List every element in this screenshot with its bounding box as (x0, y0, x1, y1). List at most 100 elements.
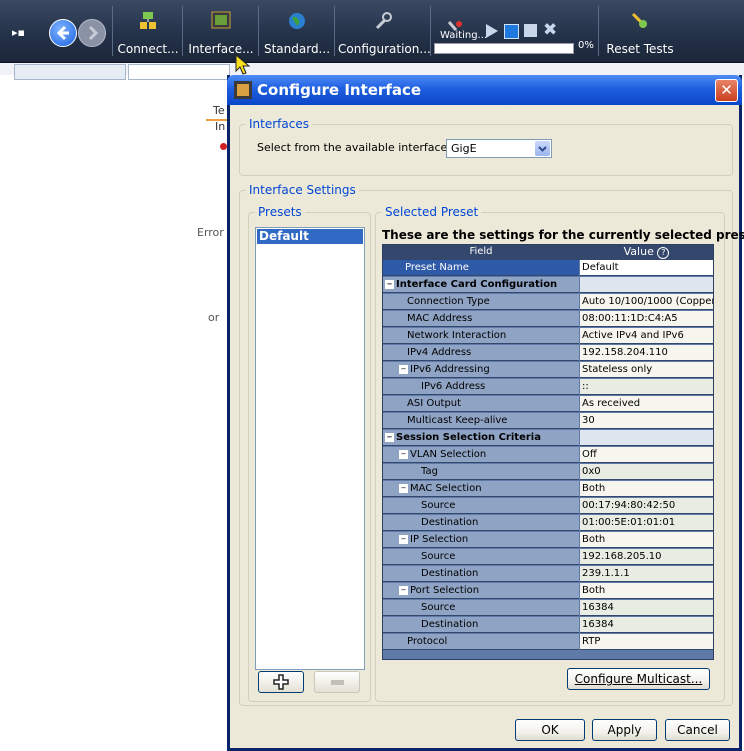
value-cell[interactable]: Off (580, 447, 713, 463)
table-row[interactable]: Protocol RTP (383, 634, 713, 651)
value-cell[interactable]: 16384 (580, 600, 713, 616)
table-row[interactable]: Source 00:17:94:80:42:50 (383, 498, 713, 515)
pause-icon[interactable] (524, 24, 537, 37)
value-cell[interactable]: 239.1.1.1 (580, 566, 713, 582)
collapse-icon[interactable]: − (399, 364, 408, 374)
collapse-icon[interactable]: − (399, 483, 408, 493)
play-icon[interactable] (486, 24, 498, 38)
remove-preset-button[interactable] (314, 671, 360, 693)
table-row[interactable]: Multicast Keep-alive 30 (383, 413, 713, 430)
standard-button[interactable]: Standard... (262, 4, 332, 58)
error-dot-icon (220, 143, 227, 150)
value-cell[interactable]: 0x0 (580, 464, 713, 480)
field-cell: − Interface Card Configuration (383, 277, 579, 293)
value-cell[interactable]: RTP (580, 634, 713, 650)
configuration-button[interactable]: Configuration... (338, 4, 431, 58)
dialog-title-bar: Configure Interface ✕ (227, 75, 742, 105)
table-row[interactable]: Source 192.168.205.10 (383, 549, 713, 566)
table-row[interactable]: Network Interaction Active IPv4 and IPv6 (383, 328, 713, 345)
table-row[interactable]: Destination 01:00:5E:01:01:01 (383, 515, 713, 532)
toolbar-separator (112, 6, 113, 56)
table-row[interactable]: Destination 16384 (383, 617, 713, 634)
preset-item-default[interactable]: Default (257, 229, 363, 244)
clear-icon[interactable]: ✖ (543, 20, 557, 40)
reset-tests-button[interactable]: Reset Tests (604, 4, 676, 58)
table-row[interactable]: − MAC Selection Both (383, 481, 713, 498)
collapse-icon[interactable]: − (385, 279, 394, 289)
add-preset-button[interactable] (258, 671, 304, 693)
value-cell[interactable]: 192.168.205.10 (580, 549, 713, 565)
field-cell: Destination (383, 566, 579, 582)
table-row[interactable]: − VLAN Selection Off (383, 447, 713, 464)
chevron-down-icon[interactable] (535, 141, 550, 156)
value-cell[interactable]: Both (580, 481, 713, 497)
value-cell[interactable]: :: (580, 379, 713, 395)
field-cell: Source (383, 549, 579, 565)
value-cell[interactable]: Stateless only (580, 362, 713, 378)
table-row[interactable]: ASI Output As received (383, 396, 713, 413)
collapse-icon[interactable]: − (399, 534, 408, 544)
value-cell[interactable]: 30 (580, 413, 713, 429)
table-row[interactable]: MAC Address 08:00:11:1D:C4:A5 (383, 311, 713, 328)
forward-button[interactable] (78, 19, 106, 47)
configure-multicast-button[interactable]: Configure Multicast... (567, 668, 710, 690)
table-row[interactable]: Connection Type Auto 10/100/1000 (Copper) (383, 294, 713, 311)
table-row[interactable]: Source 16384 (383, 600, 713, 617)
value-cell[interactable]: 01:00:5E:01:01:01 (580, 515, 713, 531)
table-row[interactable]: Preset Name Default (383, 260, 713, 277)
field-label: Destination (421, 619, 479, 630)
close-button[interactable]: ✕ (715, 79, 738, 102)
value-cell[interactable]: 00:17:94:80:42:50 (580, 498, 713, 514)
collapse-icon[interactable]: − (385, 432, 394, 442)
field-label: Source (421, 500, 456, 511)
interface-button[interactable]: Interface... (186, 4, 256, 58)
select-interface-label: Select from the available interfaces (257, 141, 454, 154)
value-cell[interactable] (580, 277, 713, 293)
table-row[interactable]: − Session Selection Criteria (383, 430, 713, 447)
field-label: ASI Output (407, 398, 462, 409)
table-row[interactable]: − IPv6 Addressing Stateless only (383, 362, 713, 379)
field-cell: Destination (383, 515, 579, 531)
stop-icon[interactable] (504, 24, 519, 39)
globe-icon (289, 13, 305, 29)
field-label: IPv6 Address (421, 381, 486, 392)
field-label: Preset Name (405, 262, 469, 273)
table-row[interactable]: − Interface Card Configuration (383, 277, 713, 294)
value-cell[interactable]: Both (580, 532, 713, 548)
back-button[interactable] (49, 19, 77, 47)
value-cell[interactable]: 192.158.204.110 (580, 345, 713, 361)
apply-button[interactable]: Apply (592, 719, 657, 741)
cancel-button[interactable]: Cancel (665, 719, 730, 741)
value-cell[interactable]: Both (580, 583, 713, 599)
field-cell: Protocol (383, 634, 579, 650)
field-cell: Tag (383, 464, 579, 480)
main-toolbar: ▸▪ Connect... Interface... Standard... C… (0, 0, 744, 63)
table-row[interactable]: − IP Selection Both (383, 532, 713, 549)
value-cell[interactable]: Auto 10/100/1000 (Copper) (580, 294, 713, 310)
interface-select[interactable]: GigE (446, 139, 552, 158)
ok-button[interactable]: OK (515, 719, 585, 741)
value-cell[interactable]: 16384 (580, 617, 713, 633)
field-cell: Preset Name (383, 260, 579, 276)
presets-list[interactable]: Default (255, 227, 365, 670)
presets-group-title: Presets (255, 205, 305, 219)
table-row[interactable]: − Port Selection Both (383, 583, 713, 600)
help-icon[interactable]: ? (657, 247, 670, 259)
background-tab[interactable] (128, 64, 230, 80)
table-row[interactable]: Tag 0x0 (383, 464, 713, 481)
field-label: Source (421, 551, 456, 562)
value-cell[interactable]: Default (580, 260, 713, 276)
table-row[interactable]: IPv4 Address 192.158.204.110 (383, 345, 713, 362)
value-cell[interactable] (580, 430, 713, 446)
value-cell[interactable]: Active IPv4 and IPv6 (580, 328, 713, 344)
table-row[interactable]: IPv6 Address:: (383, 379, 713, 396)
background-tab[interactable] (14, 64, 126, 80)
table-row[interactable]: Destination 239.1.1.1 (383, 566, 713, 583)
field-cell: Network Interaction (383, 328, 579, 344)
value-cell[interactable]: As received (580, 396, 713, 412)
collapse-icon[interactable]: − (399, 585, 408, 595)
collapse-icon[interactable]: − (399, 449, 408, 459)
toolbar-grip-icon[interactable]: ▸▪ (12, 26, 25, 39)
value-cell[interactable]: 08:00:11:1D:C4:A5 (580, 311, 713, 327)
connect-button[interactable]: Connect... (116, 4, 180, 58)
